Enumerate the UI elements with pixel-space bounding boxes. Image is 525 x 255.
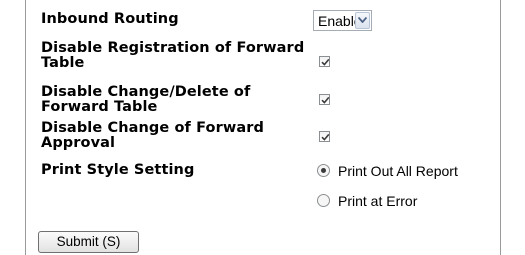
- disable-registration-label: Disable Registration of Forward Table: [41, 40, 305, 71]
- inbound-routing-label: Inbound Routing: [41, 11, 179, 27]
- disable-change-delete-checkbox[interactable]: [319, 94, 330, 105]
- disable-registration-checkbox[interactable]: [319, 56, 330, 67]
- settings-panel: Inbound Routing Enable Disable Registrat…: [25, 0, 501, 255]
- dropdown-arrow-button[interactable]: [355, 12, 370, 29]
- disable-change-approval-label: Disable Change of Forward Approval: [41, 120, 264, 151]
- submit-button[interactable]: Submit (S): [38, 231, 139, 253]
- print-at-error-radio[interactable]: [317, 194, 330, 207]
- checkmark-icon: [321, 58, 330, 66]
- print-all-report-label[interactable]: Print Out All Report: [338, 162, 458, 180]
- checkmark-icon: [321, 96, 330, 104]
- print-at-error-label[interactable]: Print at Error: [338, 192, 417, 210]
- print-style-label: Print Style Setting: [41, 162, 195, 178]
- checkmark-icon: [321, 133, 330, 141]
- radio-selected-dot: [321, 168, 326, 173]
- disable-change-delete-label: Disable Change/Delete of Forward Table: [41, 84, 251, 115]
- print-all-report-radio[interactable]: [317, 164, 330, 177]
- disable-change-approval-checkbox[interactable]: [319, 131, 330, 142]
- inbound-routing-select[interactable]: Enable: [313, 10, 372, 31]
- chevron-down-icon: [358, 17, 367, 23]
